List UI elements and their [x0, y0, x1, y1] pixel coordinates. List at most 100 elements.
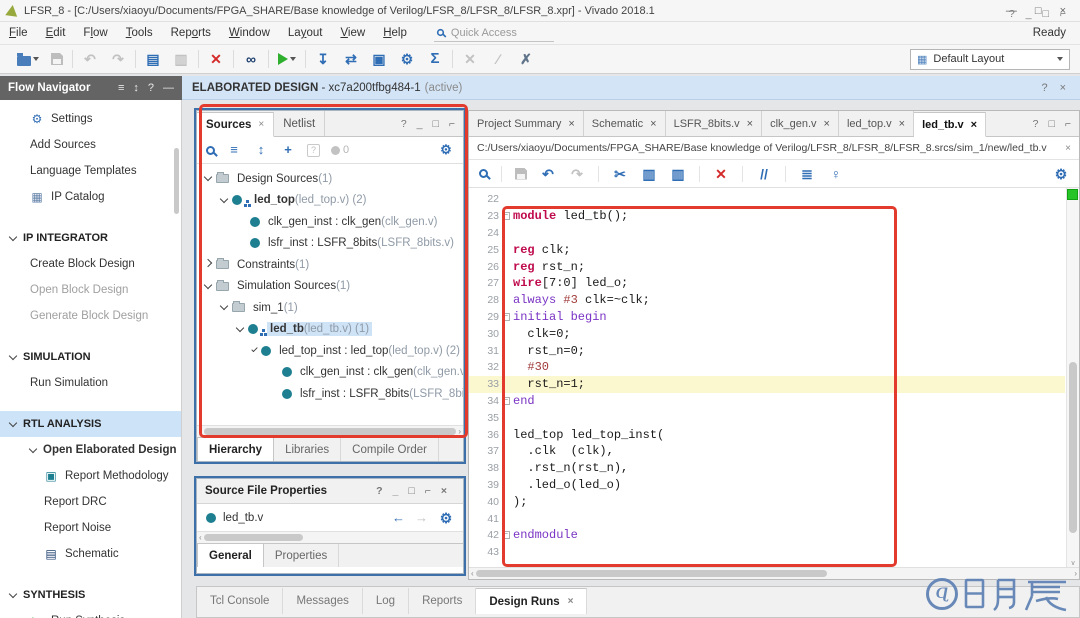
copy-icon[interactable]: ▥: [641, 166, 657, 182]
checklist-icon[interactable]: ▣: [371, 51, 387, 67]
code-line[interactable]: 42−endmodule: [469, 527, 1065, 544]
scroll-thumb[interactable]: [476, 570, 827, 577]
sidebar-item-generate-block-design[interactable]: Generate Block Design: [0, 303, 181, 329]
edit-pencil-icon[interactable]: ∕: [490, 51, 506, 67]
sidebar-item-add-sources[interactable]: Add Sources: [0, 132, 181, 158]
subtab-compile-order[interactable]: Compile Order: [341, 438, 439, 461]
scroll-thumb[interactable]: [204, 428, 457, 435]
scroll-down-icon[interactable]: ∨: [1070, 559, 1075, 567]
delete-ed-icon[interactable]: ✕: [713, 166, 729, 182]
code-line[interactable]: 32 #30: [469, 359, 1065, 376]
subtab-libraries[interactable]: Libraries: [274, 438, 341, 461]
sidebar-item-report-noise[interactable]: Report Noise: [0, 515, 181, 541]
help-badge-icon[interactable]: ?: [307, 144, 320, 157]
menu-edit[interactable]: Edit: [37, 24, 75, 42]
close-icon[interactable]: ×: [1060, 82, 1066, 94]
code-line[interactable]: 31 rst_n=0;: [469, 342, 1065, 359]
maximize-icon[interactable]: □: [1043, 8, 1049, 20]
tree-item[interactable]: led_top (led_top.v) (2): [197, 190, 463, 212]
close-icon[interactable]: ×: [258, 119, 264, 130]
tree-item[interactable]: led_top_inst : led_top (led_top.v) (2): [197, 340, 463, 362]
sidebar-item-report-methodology[interactable]: ▣Report Methodology: [0, 463, 181, 489]
close-icon[interactable]: ×: [747, 118, 753, 130]
chevron-down-icon[interactable]: [204, 281, 212, 289]
quick-access-search[interactable]: Quick Access: [434, 24, 554, 42]
tree-item[interactable]: Constraints (1): [197, 254, 463, 276]
close-icon[interactable]: ×: [971, 119, 977, 131]
sidebar-item-report-drc[interactable]: Report DRC: [0, 489, 181, 515]
scroll-left-icon[interactable]: ‹: [199, 533, 202, 542]
run-button[interactable]: [278, 53, 296, 65]
tree-item[interactable]: Simulation Sources (1): [197, 276, 463, 298]
tree-item[interactable]: Design Sources (1): [197, 168, 463, 190]
close-icon[interactable]: ×: [568, 118, 574, 130]
code-line[interactable]: 36led_top led_top_inst(: [469, 426, 1065, 443]
cut-icon[interactable]: ✂: [612, 166, 628, 182]
open-folder-icon[interactable]: [17, 53, 39, 66]
help-icon[interactable]: ?: [1009, 8, 1015, 20]
doc-tab-led_top-v[interactable]: led_top.v×: [839, 111, 914, 136]
close-icon[interactable]: ×: [1065, 143, 1071, 154]
doc-tab-project-summary[interactable]: Project Summary×: [469, 111, 584, 136]
code-line[interactable]: 30 clk=0;: [469, 325, 1065, 342]
subtab-hierarchy[interactable]: Hierarchy: [197, 437, 274, 461]
code-line[interactable]: 23−module led_tb();: [469, 208, 1065, 225]
scroll-right-icon[interactable]: ›: [458, 427, 461, 436]
settings-gear-icon[interactable]: ⚙: [1053, 166, 1069, 182]
save-icon[interactable]: [51, 53, 63, 65]
chevron-down-icon[interactable]: [251, 346, 257, 352]
search-icon[interactable]: [479, 169, 488, 178]
forward-arrow-icon[interactable]: →: [415, 510, 428, 525]
subtab-general[interactable]: General: [197, 543, 264, 567]
float-icon[interactable]: ⌐: [1065, 118, 1071, 130]
paste-icon[interactable]: ▥: [670, 166, 686, 182]
tree-item[interactable]: lsfr_inst : LSFR_8bits (LSFR_8bits.v): [197, 233, 463, 255]
fold-icon[interactable]: −: [502, 531, 510, 539]
code-line[interactable]: 35: [469, 409, 1065, 426]
code-line[interactable]: 38 .rst_n(rst_n),: [469, 460, 1065, 477]
scroll-thumb[interactable]: [204, 534, 304, 541]
sidebar-item-language-templates[interactable]: Language Templates: [0, 158, 181, 184]
minimize-icon[interactable]: _: [393, 485, 399, 497]
menu-file[interactable]: File: [0, 24, 37, 42]
maximize-icon[interactable]: □: [408, 485, 414, 497]
code-line[interactable]: 40);: [469, 493, 1065, 510]
doc-tab-clk_gen-v[interactable]: clk_gen.v×: [762, 111, 839, 136]
scroll-left-icon[interactable]: ‹: [199, 427, 202, 436]
minimize-icon[interactable]: _: [1026, 8, 1032, 20]
float-icon[interactable]: ⌐: [449, 118, 455, 130]
maximize-icon[interactable]: □: [1049, 118, 1055, 130]
tree-item[interactable]: sim_1 (1): [197, 297, 463, 319]
delete-icon[interactable]: ✕: [208, 51, 224, 67]
help-icon[interactable]: ?: [1033, 118, 1039, 130]
chevron-down-icon[interactable]: [236, 324, 244, 332]
bottom-tab-messages[interactable]: Messages: [283, 588, 362, 614]
expand-all-icon[interactable]: ↕: [253, 142, 269, 158]
code-line[interactable]: 33 rst_n=1;: [469, 376, 1065, 393]
code-line[interactable]: 34−end: [469, 393, 1065, 410]
save-icon[interactable]: [515, 168, 527, 180]
cancel-icon[interactable]: ✗: [518, 51, 534, 67]
scroll-thumb[interactable]: [1069, 362, 1077, 533]
float-icon[interactable]: ⌐: [425, 485, 431, 497]
sidebar-item-run-synthesis[interactable]: ▶Run Synthesis: [0, 608, 181, 618]
code-line[interactable]: 24: [469, 225, 1065, 242]
tab-netlist[interactable]: Netlist: [274, 111, 325, 136]
code-line[interactable]: 22: [469, 191, 1065, 208]
layout-selector-dropdown[interactable]: ▦ Default Layout: [910, 49, 1070, 70]
tree-item[interactable]: clk_gen_inst : clk_gen (clk_gen.v: [197, 362, 463, 384]
help-icon[interactable]: ?: [401, 118, 407, 130]
code-line[interactable]: 26reg rst_n;: [469, 258, 1065, 275]
code-line[interactable]: 25reg clk;: [469, 241, 1065, 258]
close-icon[interactable]: ×: [824, 118, 830, 130]
fold-icon[interactable]: −: [502, 212, 510, 220]
menu-flow[interactable]: Flow: [74, 24, 116, 42]
settings-gear-icon[interactable]: ⚙: [399, 51, 415, 67]
chevron-down-icon[interactable]: [220, 302, 228, 310]
help-icon[interactable]: ?: [376, 485, 382, 497]
stop-icon[interactable]: ✕: [462, 51, 478, 67]
close-icon[interactable]: ×: [568, 596, 574, 607]
fold-icon[interactable]: −: [502, 397, 510, 405]
code-line[interactable]: 41: [469, 510, 1065, 527]
redo-icon[interactable]: ↷: [569, 166, 585, 182]
